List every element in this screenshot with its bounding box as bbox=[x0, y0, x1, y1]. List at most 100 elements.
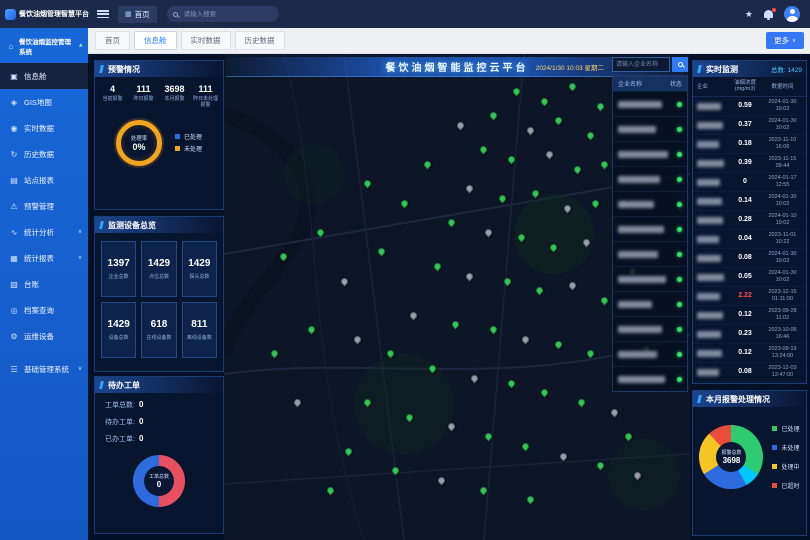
realtime-row[interactable]: 02024-01-17 12:55 bbox=[693, 173, 806, 192]
map-pin[interactable] bbox=[484, 432, 494, 442]
sidebar-item-archive-query[interactable]: ◎档案查询 bbox=[0, 297, 88, 323]
realtime-row[interactable]: 0.142024-01-30 10:02 bbox=[693, 192, 806, 211]
map-pin[interactable] bbox=[609, 407, 619, 417]
company-search-input[interactable] bbox=[612, 57, 670, 72]
realtime-row[interactable]: 0.282024-01-10 10:02 bbox=[693, 211, 806, 230]
map-pin[interactable] bbox=[567, 281, 577, 291]
map-pin[interactable] bbox=[511, 87, 521, 97]
sidebar-item-stat-report[interactable]: ▦统计报表∨ bbox=[0, 245, 88, 271]
map-pin[interactable] bbox=[376, 247, 386, 257]
company-row[interactable] bbox=[613, 191, 687, 216]
sidebar-item-site-report[interactable]: ▤站点报表 bbox=[0, 167, 88, 193]
avatar[interactable] bbox=[784, 6, 800, 22]
map-pin[interactable] bbox=[539, 388, 549, 398]
company-row[interactable] bbox=[613, 341, 687, 366]
company-row[interactable] bbox=[613, 216, 687, 241]
company-row[interactable] bbox=[613, 316, 687, 341]
map-pin[interactable] bbox=[567, 82, 577, 92]
map-pin[interactable] bbox=[633, 471, 643, 481]
map-pin[interactable] bbox=[404, 412, 414, 422]
map-pin[interactable] bbox=[456, 121, 466, 131]
map-pin[interactable] bbox=[572, 164, 582, 174]
sidebar-item-gis-map[interactable]: ◈GIS地图 bbox=[0, 89, 88, 115]
map-pin[interactable] bbox=[306, 325, 316, 335]
search-input[interactable] bbox=[182, 10, 273, 19]
map-pin[interactable] bbox=[432, 262, 442, 272]
map-pin[interactable] bbox=[451, 320, 461, 330]
award-icon[interactable]: ★ bbox=[745, 10, 753, 19]
map-pin[interactable] bbox=[428, 364, 438, 374]
realtime-row[interactable]: 0.392023-11-15 09:44 bbox=[693, 154, 806, 173]
map-pin[interactable] bbox=[423, 159, 433, 169]
map-pin[interactable] bbox=[600, 296, 610, 306]
company-search-button[interactable] bbox=[672, 57, 688, 72]
sidebar-item-realtime-data[interactable]: ◉实时数据 bbox=[0, 115, 88, 141]
company-row[interactable] bbox=[613, 141, 687, 166]
company-row[interactable] bbox=[613, 366, 687, 391]
sidebar-item-ops-device[interactable]: ⚙运维设备 bbox=[0, 323, 88, 349]
map-pin[interactable] bbox=[600, 159, 610, 169]
company-row[interactable] bbox=[613, 91, 687, 116]
map-pin[interactable] bbox=[488, 111, 498, 121]
realtime-row[interactable]: 0.592024-01-30 10:02 bbox=[693, 97, 806, 116]
realtime-row[interactable]: 0.082023-12-03 12:47:00 bbox=[693, 363, 806, 382]
map-pin[interactable] bbox=[278, 252, 288, 262]
map-pin[interactable] bbox=[507, 378, 517, 388]
realtime-row[interactable]: 0.122023-09-19 13:24:00 bbox=[693, 344, 806, 363]
map-pin[interactable] bbox=[400, 198, 410, 208]
map-pin[interactable] bbox=[446, 422, 456, 432]
map-pin[interactable] bbox=[269, 349, 279, 359]
more-button[interactable]: 更多 ∨ bbox=[766, 32, 804, 49]
sidebar-item-alarm-mgmt[interactable]: ⚠预警管理 bbox=[0, 193, 88, 219]
sidebar-item-ledger[interactable]: ▧台账 bbox=[0, 271, 88, 297]
map-pin[interactable] bbox=[530, 189, 540, 199]
bell-icon[interactable] bbox=[764, 10, 773, 18]
menu-toggle-icon[interactable] bbox=[97, 10, 109, 18]
realtime-row[interactable]: 2.222023-12-15 01:11:00 bbox=[693, 287, 806, 306]
map-pin[interactable] bbox=[465, 271, 475, 281]
map-pin[interactable] bbox=[563, 203, 573, 213]
map-pin[interactable] bbox=[497, 193, 507, 203]
sidebar-system-title[interactable]: ⌂ 餐饮油烟监控管理系统 ∧ bbox=[0, 28, 88, 63]
map-pin[interactable] bbox=[362, 398, 372, 408]
map-pin[interactable] bbox=[484, 228, 494, 238]
map-pin[interactable] bbox=[465, 184, 475, 194]
realtime-row[interactable]: 0.052024-01-30 10:02 bbox=[693, 268, 806, 287]
realtime-row[interactable]: 0.042023-11-01 10:22 bbox=[693, 230, 806, 249]
map-pin[interactable] bbox=[581, 237, 591, 247]
map-pin[interactable] bbox=[586, 349, 596, 359]
map-pin[interactable] bbox=[525, 125, 535, 135]
map-pin[interactable] bbox=[549, 242, 559, 252]
map-pin[interactable] bbox=[325, 485, 335, 495]
map-pin[interactable] bbox=[344, 446, 354, 456]
company-row[interactable] bbox=[613, 241, 687, 266]
map-pin[interactable] bbox=[544, 150, 554, 160]
tab-0[interactable]: 首页 bbox=[95, 31, 130, 50]
map-pin[interactable] bbox=[577, 398, 587, 408]
map-pin[interactable] bbox=[507, 155, 517, 165]
realtime-row[interactable]: 0.372024-01-30 10:02 bbox=[693, 116, 806, 135]
map-pin[interactable] bbox=[339, 276, 349, 286]
map-pin[interactable] bbox=[390, 466, 400, 476]
map-pin[interactable] bbox=[316, 228, 326, 238]
map-pin[interactable] bbox=[292, 398, 302, 408]
map-pin[interactable] bbox=[386, 349, 396, 359]
realtime-row[interactable]: 0.122023-09-28 11:02 bbox=[693, 306, 806, 325]
realtime-row[interactable]: 0.232023-10-06 16:46 bbox=[693, 325, 806, 344]
map-pin[interactable] bbox=[479, 145, 489, 155]
sidebar-item-base-mgmt[interactable]: ☰基础管理系统∨ bbox=[0, 356, 88, 382]
sidebar-item-history-data[interactable]: ↻历史数据 bbox=[0, 141, 88, 167]
map-pin[interactable] bbox=[521, 334, 531, 344]
map-pin[interactable] bbox=[516, 232, 526, 242]
map-pin[interactable] bbox=[595, 101, 605, 111]
realtime-row[interactable]: 0.082024-01-30 10:02 bbox=[693, 249, 806, 268]
company-row[interactable] bbox=[613, 291, 687, 316]
map-pin[interactable] bbox=[525, 495, 535, 505]
map-pin[interactable] bbox=[502, 276, 512, 286]
map-pin[interactable] bbox=[595, 461, 605, 471]
map-pin[interactable] bbox=[539, 96, 549, 106]
tab-1[interactable]: 信息舱 bbox=[134, 31, 177, 50]
company-row[interactable] bbox=[613, 266, 687, 291]
map-view[interactable]: 餐饮油烟智能监控云平台 2024/1/30 10:03 星期二 企业名称 状态 bbox=[224, 54, 690, 540]
map-pin[interactable] bbox=[362, 179, 372, 189]
